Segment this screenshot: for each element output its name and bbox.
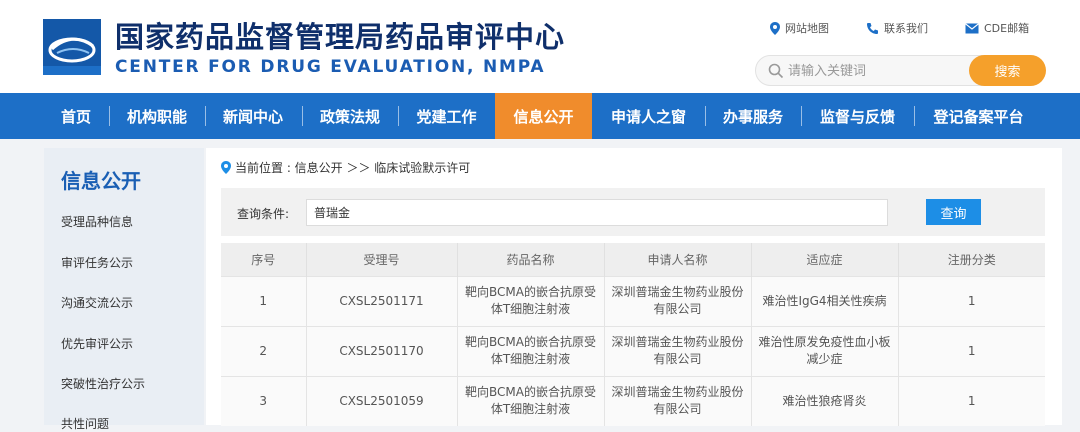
contact-link[interactable]: 联系我们 [866, 20, 928, 36]
contact-label: 联系我们 [884, 22, 928, 35]
location-pin-icon [770, 21, 780, 35]
cell-category: 1 [898, 275, 1045, 326]
search-icon [768, 63, 784, 79]
sidebar-item-review-tasks[interactable]: 审评任务公示 [61, 254, 133, 271]
sidebar-title: 信息公开 [61, 169, 141, 193]
sidebar-item-accepted[interactable]: 受理品种信息 [61, 213, 133, 230]
search-input[interactable] [788, 61, 958, 81]
breadcrumb-text: 当前位置 : 信息公开 ＞＞ 临床试验默示许可 [235, 161, 471, 175]
sitemap-label: 网站地图 [785, 22, 829, 35]
sidebar-item-breakthrough[interactable]: 突破性治疗公示 [61, 375, 145, 392]
cell-acceptance-no: CXSL2501171 [306, 275, 458, 326]
cell-category: 1 [898, 325, 1045, 376]
nav-item-info-public[interactable]: 信息公开 [495, 93, 592, 139]
table-row[interactable]: 2 CXSL2501170 靶向BCMA的嵌合抗原受体T细胞注射液 深圳普瑞金生… [221, 325, 1045, 376]
cell-applicant: 深圳普瑞金生物药业股份有限公司 [604, 275, 752, 326]
table-row[interactable]: 3 CXSL2501059 靶向BCMA的嵌合抗原受体T细胞注射液 深圳普瑞金生… [221, 375, 1045, 426]
cell-category: 1 [898, 375, 1045, 426]
sidebar-item-communication[interactable]: 沟通交流公示 [61, 294, 133, 311]
header-seq: 序号 [221, 243, 307, 276]
header-indication: 适应症 [751, 243, 899, 276]
query-label: 查询条件: [237, 207, 290, 221]
sidebar-item-common-issues[interactable]: 共性问题 [61, 415, 109, 432]
mail-icon [965, 22, 979, 33]
header-category: 注册分类 [898, 243, 1045, 276]
cde-logo[interactable] [43, 19, 101, 75]
header-drug-name: 药品名称 [457, 243, 605, 276]
nav-item-party[interactable]: 党建工作 [399, 93, 494, 139]
results-table: 序号 受理号 药品名称 申请人名称 适应症 注册分类 1 CXSL2501171… [221, 243, 1045, 426]
nav-item-applicant[interactable]: 申请人之窗 [593, 93, 704, 139]
nav-item-home[interactable]: 首页 [44, 93, 108, 139]
cell-applicant: 深圳普瑞金生物药业股份有限公司 [604, 325, 752, 376]
cell-acceptance-no: CXSL2501170 [306, 325, 458, 376]
sidebar: 信息公开 受理品种信息 审评任务公示 沟通交流公示 优先审评公示 突破性治疗公示… [44, 148, 204, 431]
site-header: 国家药品监督管理局药品审评中心 CENTER FOR DRUG EVALUATI… [0, 0, 1080, 93]
cell-applicant: 深圳普瑞金生物药业股份有限公司 [604, 375, 752, 426]
nav-item-services[interactable]: 办事服务 [706, 93, 800, 139]
nav-item-functions[interactable]: 机构职能 [110, 93, 204, 139]
logo-emblem-icon [43, 19, 101, 75]
cell-acceptance-no: CXSL2501059 [306, 375, 458, 426]
cell-indication: 难治性狼疮肾炎 [751, 375, 899, 426]
cell-indication: 难治性原发免疫性血小板减少症 [751, 325, 899, 376]
cell-drug-name: 靶向BCMA的嵌合抗原受体T细胞注射液 [457, 275, 605, 326]
cell-drug-name: 靶向BCMA的嵌合抗原受体T细胞注射液 [457, 325, 605, 376]
main-nav: 首页 机构职能 新闻中心 政策法规 党建工作 信息公开 申请人之窗 办事服务 监… [0, 93, 1080, 139]
top-links: 网站地图 联系我们 CDE邮箱 [770, 20, 1066, 36]
breadcrumb: 当前位置 : 信息公开 ＞＞ 临床试验默示许可 [221, 159, 470, 176]
cell-seq: 3 [221, 375, 307, 426]
nav-item-policy[interactable]: 政策法规 [303, 93, 397, 139]
query-input[interactable] [306, 199, 888, 226]
sitemap-link[interactable]: 网站地图 [770, 20, 829, 36]
cell-seq: 2 [221, 325, 307, 376]
cell-seq: 1 [221, 275, 307, 326]
header-acceptance-no: 受理号 [306, 243, 458, 276]
sidebar-item-priority-review[interactable]: 优先审评公示 [61, 335, 133, 352]
query-button[interactable]: 查询 [926, 199, 981, 225]
site-title-cn: 国家药品监督管理局药品审评中心 [115, 20, 566, 54]
search-button[interactable]: 搜索 [969, 55, 1046, 86]
cell-drug-name: 靶向BCMA的嵌合抗原受体T细胞注射液 [457, 375, 605, 426]
nav-item-supervision[interactable]: 监督与反馈 [802, 93, 913, 139]
cell-indication: 难治性IgG4相关性疾病 [751, 275, 899, 326]
nav-item-news[interactable]: 新闻中心 [206, 93, 300, 139]
table-header-row: 序号 受理号 药品名称 申请人名称 适应症 注册分类 [221, 243, 1045, 276]
mailbox-label: CDE邮箱 [984, 22, 1030, 35]
site-title-en: CENTER FOR DRUG EVALUATION, NMPA [115, 57, 546, 77]
nav-item-registration[interactable]: 登记备案平台 [915, 93, 1042, 139]
mailbox-link[interactable]: CDE邮箱 [965, 20, 1029, 36]
table-row[interactable]: 1 CXSL2501171 靶向BCMA的嵌合抗原受体T细胞注射液 深圳普瑞金生… [221, 275, 1045, 326]
location-pin-icon [221, 161, 231, 174]
phone-icon [867, 22, 878, 34]
header-applicant: 申请人名称 [604, 243, 752, 276]
